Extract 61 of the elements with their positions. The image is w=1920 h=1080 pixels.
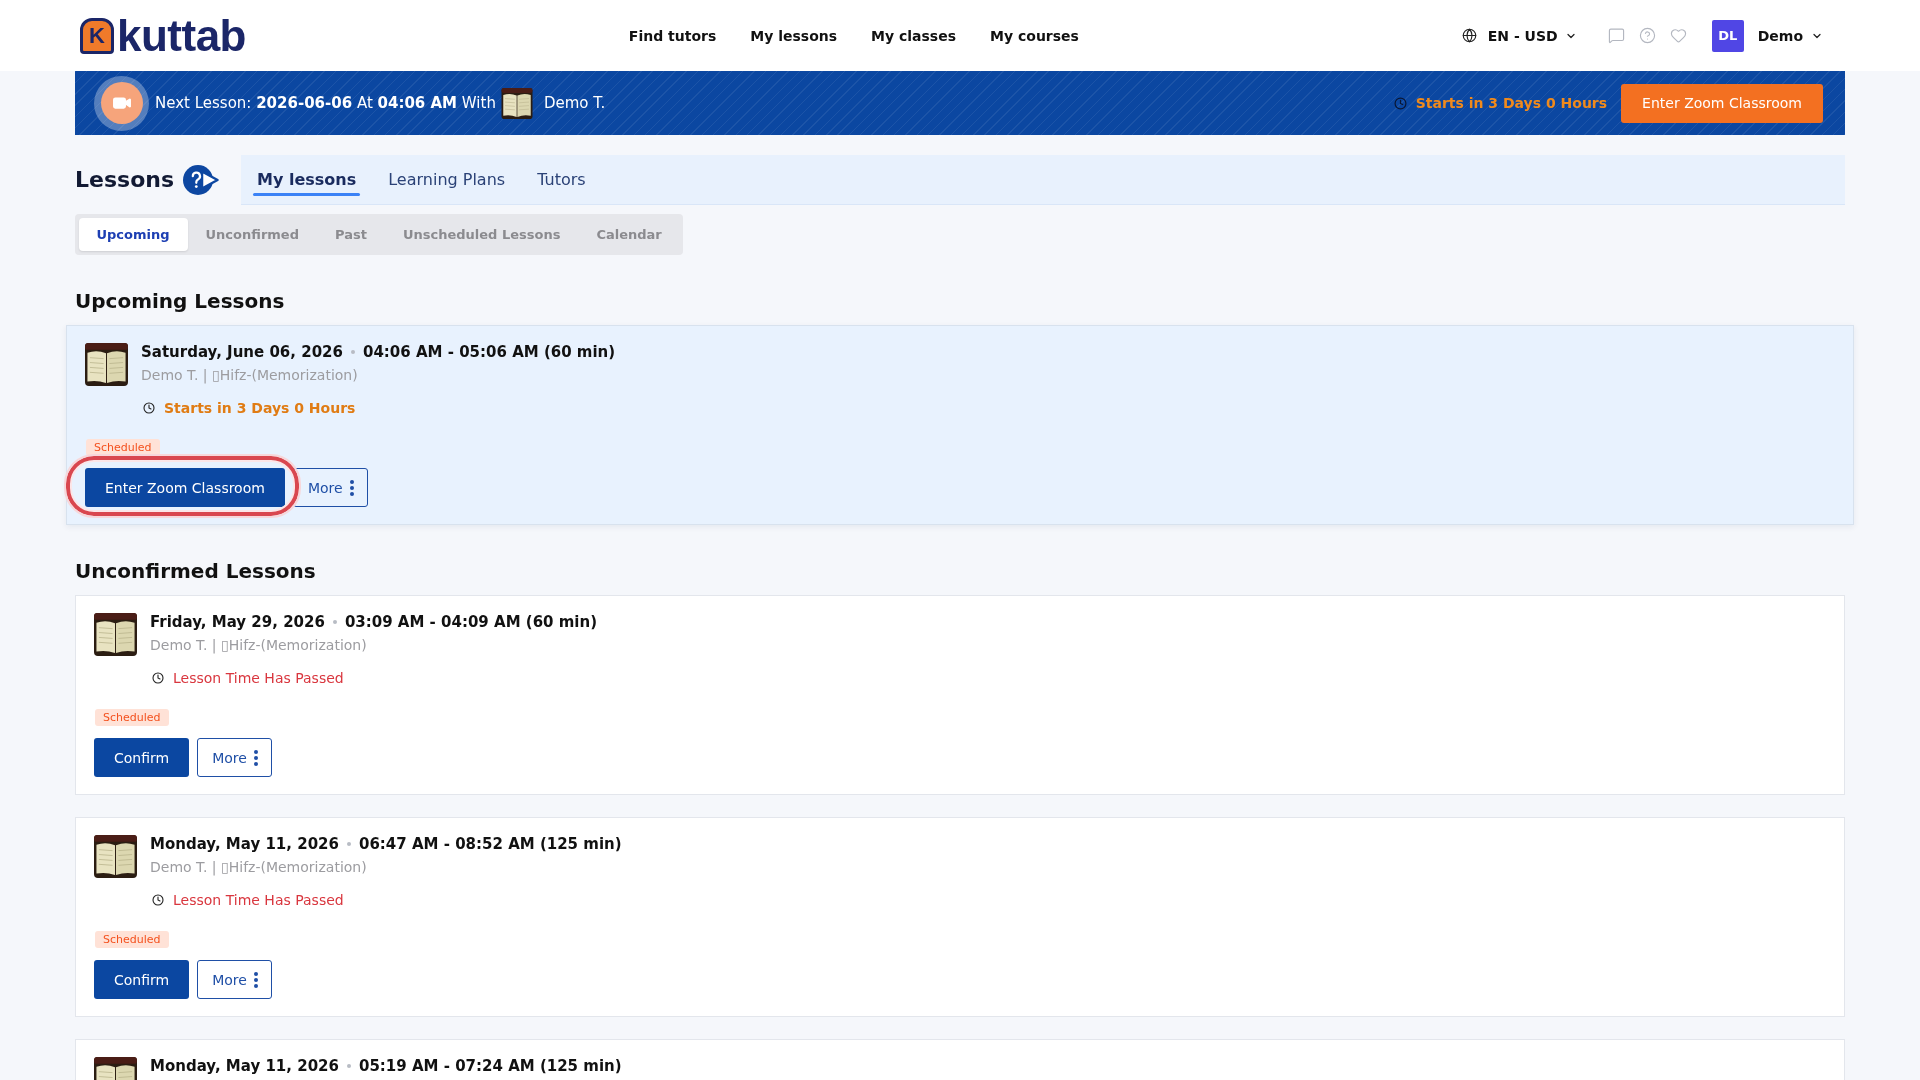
lesson-status: Lesson Time Has Passed: [173, 669, 344, 688]
lesson-date: Saturday, June 06, 2026: [141, 342, 343, 362]
nav-link[interactable]: My classes: [871, 27, 957, 44]
lesson-time: 03:09 AM - 04:09 AM (60 min): [344, 612, 598, 632]
separator-dot-icon: [347, 1064, 351, 1068]
lesson-subtitle: Demo T. | ▯Hifz-(Memorization): [141, 366, 359, 385]
lesson-time: 06:47 AM - 08:52 AM (125 min): [359, 834, 622, 854]
lesson-status: Lesson Time Has Passed: [173, 891, 344, 910]
help-play-icon[interactable]: [183, 165, 219, 195]
primary-action-button[interactable]: Confirm: [94, 960, 190, 999]
user-menu-button[interactable]: Demo: [1757, 27, 1823, 44]
clock-icon: [152, 672, 164, 684]
lesson-time: 05:19 AM - 07:24 AM (125 min): [359, 1056, 622, 1076]
nav-link[interactable]: My courses: [990, 27, 1079, 44]
separator-dot-icon: [332, 620, 337, 624]
section-heading: Upcoming Lessons: [75, 289, 286, 313]
countdown-text: Starts in 3 Days 0 Hours: [1415, 95, 1608, 111]
tab[interactable]: Learning Plans: [384, 155, 510, 204]
open-book-icon: [94, 835, 137, 878]
lesson-time: 04:06 AM - 05:06 AM (60 min): [363, 342, 616, 362]
separator-dot-icon: [351, 350, 355, 354]
globe-icon: [1461, 28, 1477, 43]
clock-icon: [1393, 96, 1407, 110]
lesson-subtitle: Demo T. | ▯Hifz-(Memorization): [150, 858, 368, 877]
lesson-date: Monday, May 11, 2026: [150, 1056, 339, 1076]
clock-icon: [143, 402, 155, 414]
page-title: Lessons: [75, 169, 174, 191]
chat-icon[interactable]: [1607, 27, 1625, 44]
next-lesson-text: Next Lesson: 2026-06-06 At 04:06 AM With: [155, 94, 496, 112]
primary-action-button[interactable]: Confirm: [94, 738, 190, 777]
open-book-icon: [500, 87, 533, 119]
tutor-name: Demo T.: [543, 94, 606, 112]
clock-icon: [152, 894, 164, 906]
more-vertical-icon: [253, 971, 258, 988]
help-icon[interactable]: [1638, 27, 1656, 44]
more-button[interactable]: More: [197, 960, 272, 999]
open-book-icon: [94, 613, 137, 656]
filter-tab[interactable]: Upcoming: [78, 218, 188, 251]
open-book-icon: [85, 343, 128, 386]
more-button[interactable]: More: [197, 738, 272, 777]
user-avatar[interactable]: DL: [1711, 19, 1744, 52]
lesson-date: Monday, May 11, 2026: [150, 834, 339, 854]
status-badge: Scheduled: [95, 709, 169, 726]
logo-mark[interactable]: K: [80, 17, 114, 54]
video-camera-icon: [94, 75, 149, 131]
language-currency-button[interactable]: EN - USD: [1461, 27, 1577, 44]
nav-link[interactable]: My lessons: [750, 27, 838, 44]
lesson-date: Friday, May 29, 2026: [150, 612, 325, 632]
tab[interactable]: My lessons: [253, 155, 361, 204]
separator-dot-icon: [347, 842, 351, 846]
tab[interactable]: Tutors: [533, 155, 590, 204]
more-vertical-icon: [253, 749, 258, 766]
primary-action-button[interactable]: Enter Zoom Classroom: [85, 468, 285, 507]
nav-link[interactable]: Find tutors: [628, 27, 717, 44]
heart-icon[interactable]: [1669, 27, 1687, 44]
more-vertical-icon: [349, 479, 354, 496]
section-heading: Unconfirmed Lessons: [75, 559, 317, 583]
lesson-status: Starts in 3 Days 0 Hours: [164, 399, 356, 418]
lesson-subtitle: Demo T. | ▯Hifz-(Memorization): [150, 636, 368, 655]
logo-wordmark[interactable]: kuttab: [117, 13, 246, 58]
status-badge: Scheduled: [95, 931, 169, 948]
